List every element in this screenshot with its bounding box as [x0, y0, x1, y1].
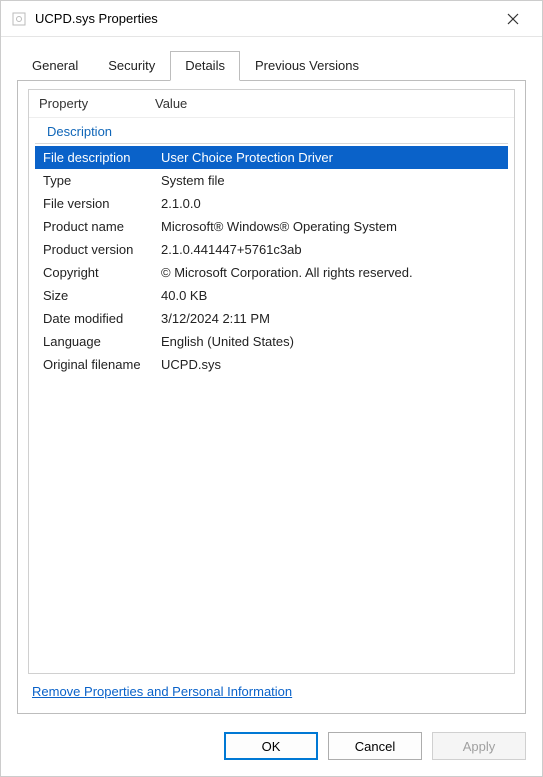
property-name: File version: [35, 196, 161, 211]
column-property[interactable]: Property: [29, 96, 155, 111]
properties-dialog: UCPD.sys Properties General Security Det…: [0, 0, 543, 777]
property-name: Language: [35, 334, 161, 349]
property-row[interactable]: Product version2.1.0.441447+5761c3ab: [35, 238, 508, 261]
ok-button[interactable]: OK: [224, 732, 318, 760]
apply-button[interactable]: Apply: [432, 732, 526, 760]
property-value: 2.1.0.441447+5761c3ab: [161, 242, 508, 257]
tab-strip: General Security Details Previous Versio…: [1, 37, 542, 80]
property-row[interactable]: Date modified3/12/2024 2:11 PM: [35, 307, 508, 330]
tab-previous-versions[interactable]: Previous Versions: [240, 51, 374, 80]
tab-details[interactable]: Details: [170, 51, 240, 81]
property-name: Copyright: [35, 265, 161, 280]
tab-general[interactable]: General: [17, 51, 93, 80]
property-name: Product version: [35, 242, 161, 257]
property-row[interactable]: Copyright© Microsoft Corporation. All ri…: [35, 261, 508, 284]
property-name: Type: [35, 173, 161, 188]
column-value[interactable]: Value: [155, 96, 514, 111]
property-list[interactable]: Property Value Description File descript…: [28, 89, 515, 674]
property-value: English (United States): [161, 334, 508, 349]
property-value: 3/12/2024 2:11 PM: [161, 311, 508, 326]
property-name: Size: [35, 288, 161, 303]
column-headers: Property Value: [29, 90, 514, 118]
property-value: System file: [161, 173, 508, 188]
file-icon: [11, 11, 27, 27]
property-row[interactable]: LanguageEnglish (United States): [35, 330, 508, 353]
property-value: UCPD.sys: [161, 357, 508, 372]
property-value: © Microsoft Corporation. All rights rese…: [161, 265, 508, 280]
property-value: 40.0 KB: [161, 288, 508, 303]
property-row[interactable]: File version2.1.0.0: [35, 192, 508, 215]
property-rows: File descriptionUser Choice Protection D…: [29, 146, 514, 673]
property-name: Original filename: [35, 357, 161, 372]
property-name: File description: [35, 150, 161, 165]
property-value: User Choice Protection Driver: [161, 150, 508, 165]
close-button[interactable]: [492, 4, 534, 34]
titlebar: UCPD.sys Properties: [1, 1, 542, 37]
property-row[interactable]: Original filenameUCPD.sys: [35, 353, 508, 376]
property-name: Product name: [35, 219, 161, 234]
property-value: Microsoft® Windows® Operating System: [161, 219, 508, 234]
link-row: Remove Properties and Personal Informati…: [28, 674, 515, 703]
tab-security[interactable]: Security: [93, 51, 170, 80]
property-row[interactable]: Size40.0 KB: [35, 284, 508, 307]
property-row[interactable]: File descriptionUser Choice Protection D…: [35, 146, 508, 169]
cancel-button[interactable]: Cancel: [328, 732, 422, 760]
property-value: 2.1.0.0: [161, 196, 508, 211]
remove-properties-link[interactable]: Remove Properties and Personal Informati…: [32, 684, 292, 699]
property-row[interactable]: TypeSystem file: [35, 169, 508, 192]
dialog-buttons: OK Cancel Apply: [1, 724, 542, 776]
property-name: Date modified: [35, 311, 161, 326]
property-row[interactable]: Product nameMicrosoft® Windows® Operatin…: [35, 215, 508, 238]
group-description: Description: [35, 118, 508, 144]
details-panel: Property Value Description File descript…: [17, 80, 526, 714]
window-title: UCPD.sys Properties: [35, 11, 492, 26]
